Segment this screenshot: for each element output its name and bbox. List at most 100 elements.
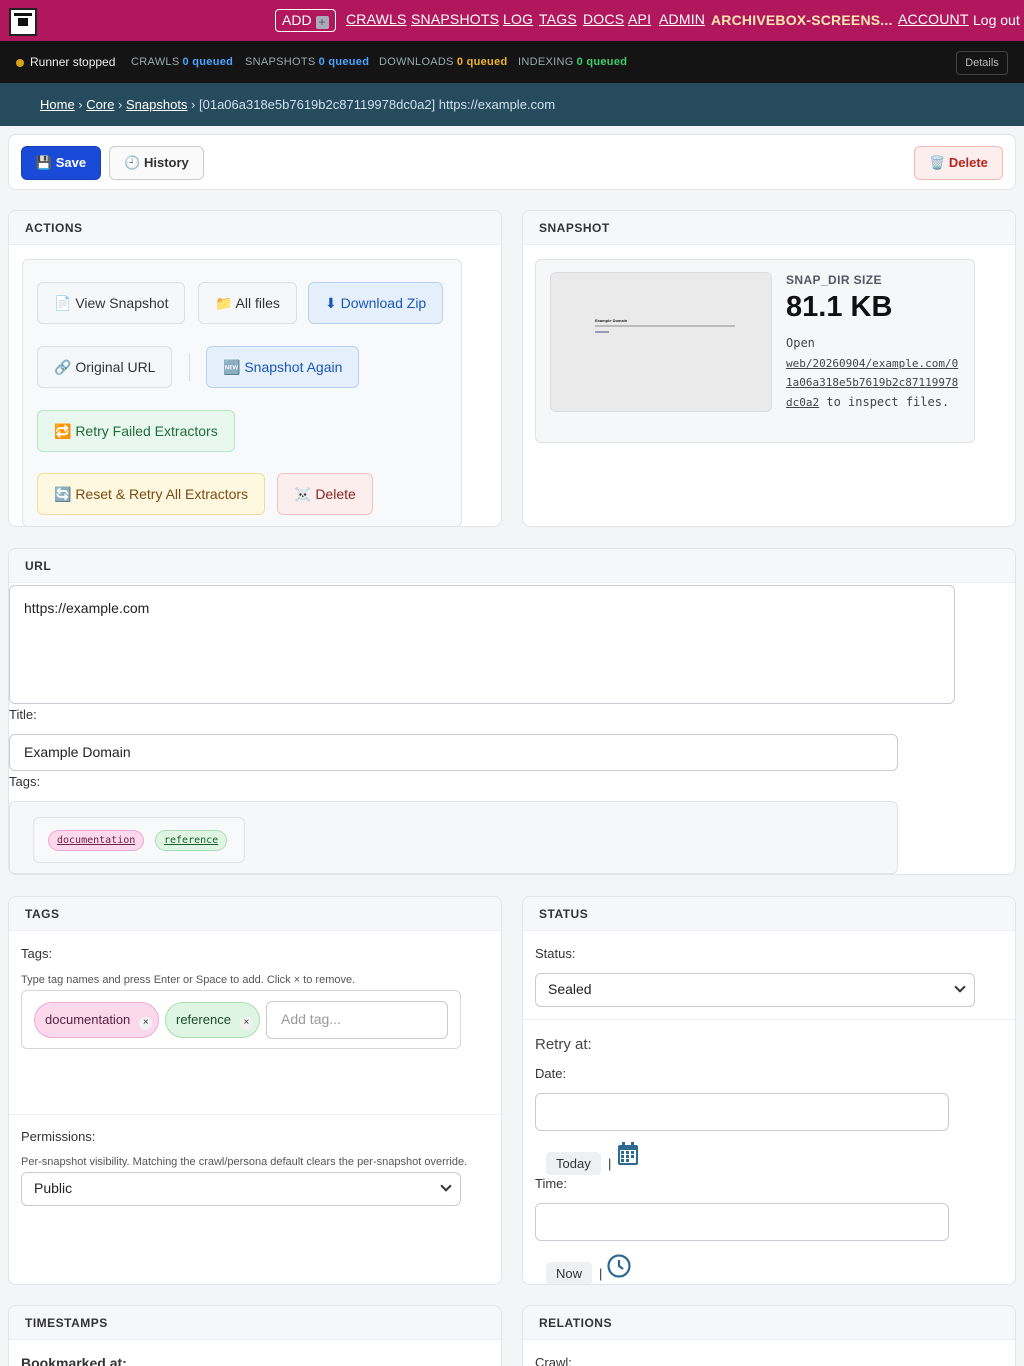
queue-snapshots: SNAPSHOTS 0 queued xyxy=(245,56,370,68)
snapshot-header: SNAPSHOT xyxy=(523,211,1015,245)
runner-details-button[interactable]: Details xyxy=(956,51,1008,75)
reset-retry-button[interactable]: 🔄 Reset & Retry All Extractors xyxy=(37,473,266,515)
runner-status-dot-icon xyxy=(16,59,24,67)
chevron-down-icon xyxy=(440,1180,452,1192)
queue-downloads: DOWNLOADS 0 queued xyxy=(379,56,508,68)
tag-link-documentation[interactable]: documentation xyxy=(48,830,145,851)
runner-status-bar: Runner stopped CRAWLS 0 queued SNAPSHOTS 0… xyxy=(0,41,1024,83)
clock-icon[interactable] xyxy=(607,1254,631,1278)
now-button[interactable]: Now xyxy=(546,1262,593,1284)
permissions-select[interactable]: Public xyxy=(21,1172,461,1206)
runner-status-text: Runner stopped xyxy=(30,55,116,69)
time-label: Time: xyxy=(535,1176,568,1191)
all-files-button[interactable]: 📁 All files xyxy=(198,282,297,324)
snapshot-open-text: Open web/20260904/example.com/01a06a318e5… xyxy=(786,336,959,409)
thumbnail-link-line xyxy=(595,331,609,333)
queue-crawls: CRAWLS 0 queued xyxy=(131,56,234,68)
url-textarea[interactable]: https://example.com xyxy=(9,585,955,704)
calendar-icon[interactable] xyxy=(617,1142,639,1166)
breadcrumb-core-link[interactable]: Core xyxy=(86,97,114,112)
section-divider xyxy=(9,1114,501,1115)
breadcrumb-snapshots-link[interactable]: Snapshots xyxy=(126,97,187,112)
download-zip-button[interactable]: ⬇ Download Zip xyxy=(308,282,444,324)
timestamps-panel: TIMESTAMPS Bookmarked at: xyxy=(8,1305,502,1366)
tag-chip-documentation: documentation × xyxy=(34,1002,160,1038)
breadcrumb-current: [01a06a318e5b7619b2c87119978dc0a2] https… xyxy=(199,97,556,112)
actions-header: ACTIONS xyxy=(9,211,501,245)
actions-panel: ACTIONS 📄 View Snapshot 📁 All files ⬇ Do… xyxy=(8,210,502,527)
retry-date-input[interactable] xyxy=(535,1093,949,1131)
separator-pipe: | xyxy=(599,1266,603,1281)
action-divider xyxy=(189,353,190,381)
nav-brand[interactable]: ARCHIVEBOX-SCREENS... xyxy=(711,12,893,28)
title-input[interactable]: Example Domain xyxy=(9,734,898,771)
form-toolbar: 💾 Save 🕘 History 🗑️ Delete xyxy=(8,134,1016,190)
thumbnail-title: Example Domain xyxy=(595,318,628,323)
delete-snapshot-button[interactable]: ☠️ Delete xyxy=(277,473,373,515)
bookmarked-at-label: Bookmarked at: xyxy=(21,1355,127,1366)
actions-box: 📄 View Snapshot 📁 All files ⬇ Download Z… xyxy=(22,259,462,526)
tag-link-reference[interactable]: reference xyxy=(155,830,228,851)
status-panel: STATUS Status: Sealed Retry at: Date: To… xyxy=(522,896,1016,1285)
snapshot-box: Example Domain SNAP_DIR SIZE 81.1 KB Ope… xyxy=(535,259,975,443)
nav-add-button[interactable]: ADD + xyxy=(275,9,336,32)
archivebox-logo-icon[interactable] xyxy=(9,8,37,36)
nav-add-label: ADD xyxy=(282,12,312,28)
view-snapshot-button[interactable]: 📄 View Snapshot xyxy=(37,282,186,324)
separator-pipe: | xyxy=(608,1156,612,1171)
add-tag-input[interactable]: Add tag... xyxy=(266,1001,448,1039)
url-panel: URL https://example.com Title: Example D… xyxy=(8,548,1016,875)
crawl-label: Crawl: xyxy=(535,1355,572,1366)
nav-snapshots-link[interactable]: SNAPSHOTS xyxy=(411,11,499,27)
snap-dir-size-label: SNAP_DIR SIZE xyxy=(786,273,882,287)
delete-button[interactable]: 🗑️ Delete xyxy=(914,146,1003,180)
history-button[interactable]: 🕘 History xyxy=(109,146,204,180)
relations-panel: RELATIONS Crawl: xyxy=(522,1305,1016,1366)
tags-display-box: documentation reference xyxy=(9,801,898,874)
snapshot-thumbnail[interactable]: Example Domain xyxy=(550,272,772,412)
breadcrumb: Home › Core › Snapshots › [01a06a318e5b7… xyxy=(0,83,1024,126)
tags-label: Tags: xyxy=(9,774,41,789)
retry-failed-button[interactable]: 🔁 Retry Failed Extractors xyxy=(37,410,235,452)
remove-tag-icon[interactable]: × xyxy=(139,1017,153,1030)
relations-header: RELATIONS xyxy=(523,1306,1015,1340)
original-url-button[interactable]: 🔗 Original URL xyxy=(37,346,173,388)
nav-account-link[interactable]: ACCOUNT xyxy=(898,11,969,27)
retry-time-input[interactable] xyxy=(535,1203,949,1241)
chevron-down-icon xyxy=(954,981,966,993)
snap-dir-size-value: 81.1 KB xyxy=(786,291,893,323)
queue-indexing: INDEXING 0 queued xyxy=(518,56,628,68)
status-header: STATUS xyxy=(523,897,1015,931)
snapshot-panel: SNAPSHOT Example Domain SNAP_DIR SIZE 81… xyxy=(522,210,1016,527)
nav-crawls-link[interactable]: CRAWLS xyxy=(346,11,407,27)
nav-api-link[interactable]: API xyxy=(628,11,651,27)
breadcrumb-home-link[interactable]: Home xyxy=(40,97,75,112)
tags-list: documentation reference xyxy=(33,817,245,863)
tags-field-label: Tags: xyxy=(21,946,53,961)
tag-chip-reference: reference × xyxy=(165,1002,260,1038)
top-nav: ADD + CRAWLS SNAPSHOTS LOG TAGS DOCS API … xyxy=(0,0,1024,41)
nav-log-link[interactable]: LOG xyxy=(503,11,533,27)
logout-link[interactable]: Log out xyxy=(973,12,1020,28)
retry-at-label: Retry at: xyxy=(535,1036,592,1053)
save-button[interactable]: 💾 Save xyxy=(21,146,101,180)
section-divider xyxy=(523,1019,1015,1020)
url-header: URL xyxy=(9,549,1015,583)
snapshot-again-button[interactable]: 🆕 Snapshot Again xyxy=(206,346,360,388)
today-button[interactable]: Today xyxy=(546,1152,601,1175)
thumbnail-text-line xyxy=(595,325,735,327)
date-label: Date: xyxy=(535,1066,567,1081)
tags-help-text: Type tag names and press Enter or Space … xyxy=(21,974,356,986)
timestamps-header: TIMESTAMPS xyxy=(9,1306,501,1340)
nav-tags-link[interactable]: TAGS xyxy=(539,11,577,27)
status-label: Status: xyxy=(535,946,576,961)
permissions-help-text: Per-snapshot visibility. Matching the cr… xyxy=(21,1156,468,1168)
plus-icon: + xyxy=(315,16,329,29)
permissions-label: Permissions: xyxy=(21,1129,96,1144)
nav-docs-link[interactable]: DOCS xyxy=(583,11,624,27)
status-select[interactable]: Sealed xyxy=(535,973,975,1007)
remove-tag-icon[interactable]: × xyxy=(239,1017,253,1030)
nav-admin-link[interactable]: ADMIN xyxy=(659,11,705,27)
tags-editor: documentation × reference × Add tag... xyxy=(21,990,461,1049)
tags-header: TAGS xyxy=(9,897,501,931)
